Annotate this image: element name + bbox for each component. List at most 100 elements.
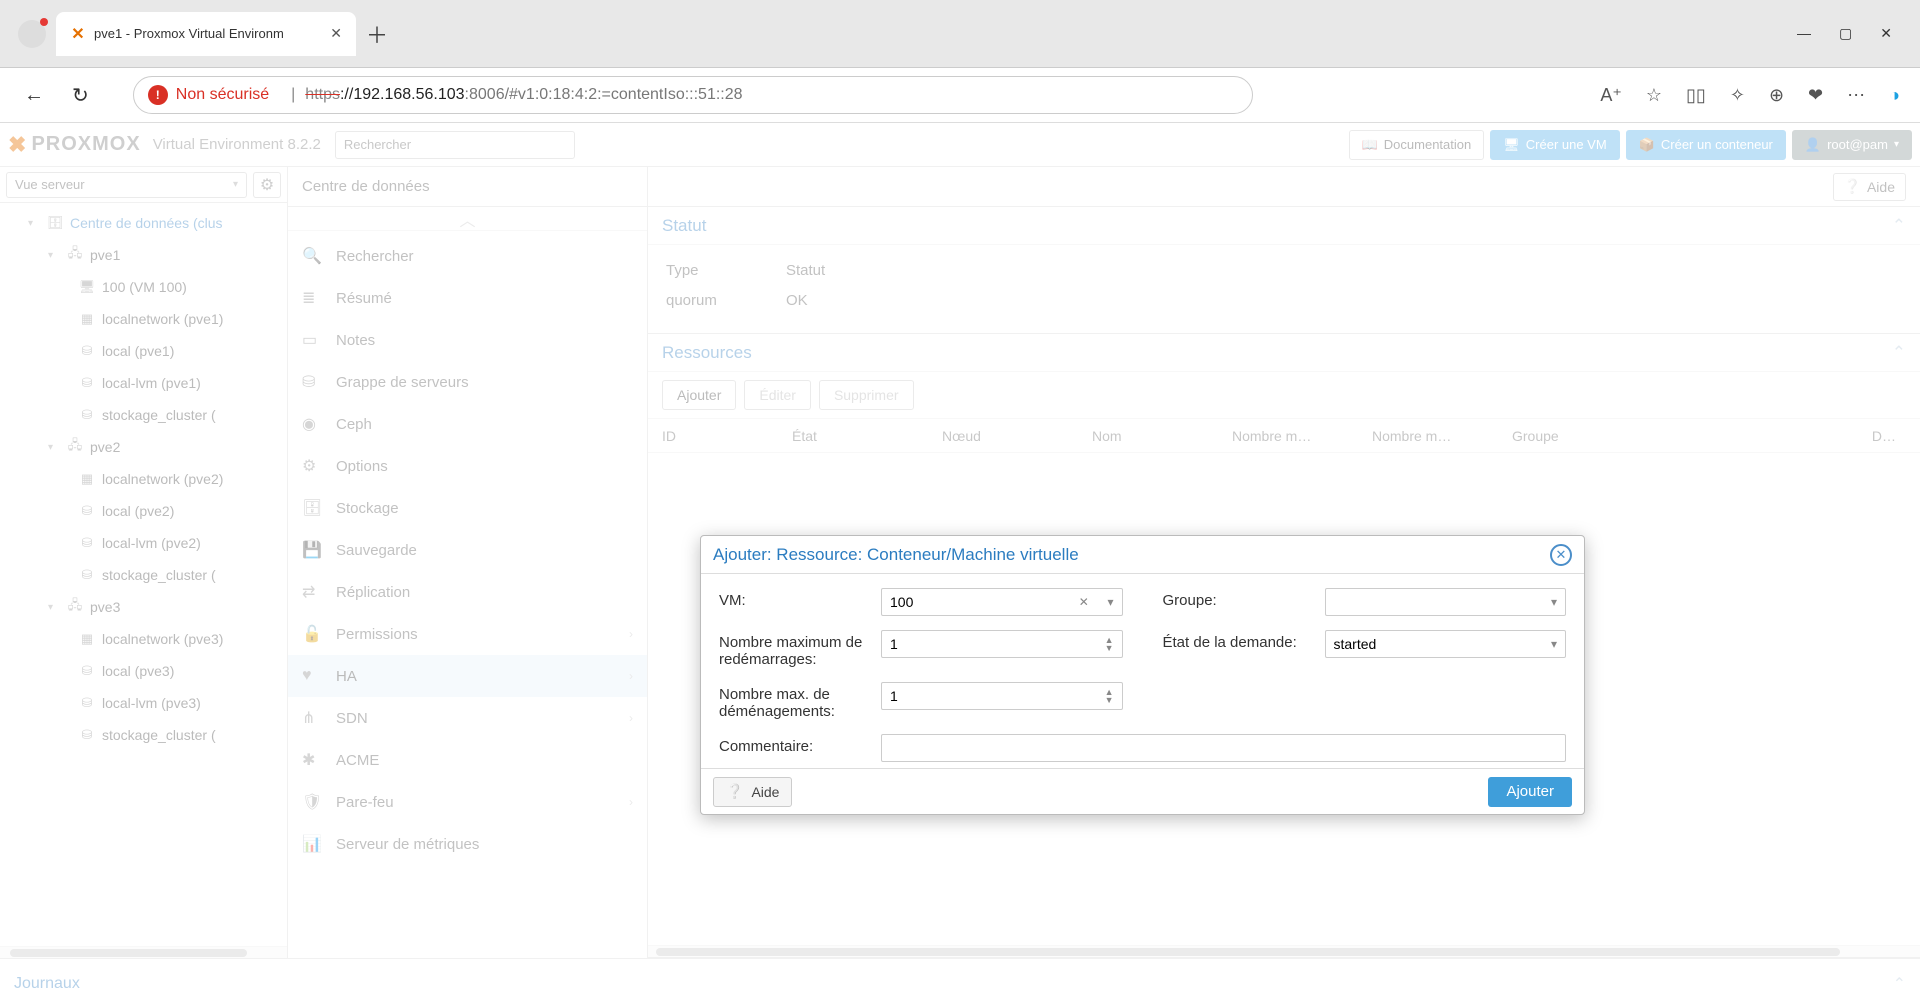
tree-network[interactable]: ▦localnetwork (pve3)	[0, 623, 287, 655]
menu-label: Stockage	[336, 500, 399, 517]
shield-icon[interactable]: ❤	[1808, 85, 1823, 106]
submenu-item-stockage[interactable]: 🗄Stockage	[288, 487, 647, 529]
modal-close-button[interactable]: ✕	[1550, 544, 1572, 566]
tree-storage[interactable]: ⛁stockage_cluster (	[0, 399, 287, 431]
submenu-collapse[interactable]: ︿	[288, 207, 647, 231]
max-relocate-input[interactable]	[890, 688, 1105, 704]
minimize-icon[interactable]: —	[1797, 25, 1811, 42]
back-button[interactable]: ←	[24, 84, 44, 107]
tree-storage[interactable]: ⛁local-lvm (pve3)	[0, 687, 287, 719]
col-name[interactable]: Nom	[1092, 428, 1232, 444]
max-relocate-field[interactable]: ▲▼	[881, 682, 1123, 710]
chevron-down-icon[interactable]: ▾	[1551, 595, 1557, 609]
content-hscrollbar[interactable]	[648, 945, 1920, 957]
clear-icon[interactable]: ✕	[1079, 595, 1089, 609]
submenu-item-permissions[interactable]: 🔓Permissions›	[288, 613, 647, 655]
tree-vm[interactable]: 🖥100 (VM 100)	[0, 271, 287, 303]
submenu-item-grappe-de-serveurs[interactable]: ⛁Grappe de serveurs	[288, 361, 647, 403]
submenu-item-ceph[interactable]: ◉Ceph	[288, 403, 647, 445]
submenu-item-pare-feu[interactable]: 🛡Pare-feu›	[288, 781, 647, 823]
refresh-button[interactable]: ↻	[72, 83, 89, 108]
state-input[interactable]	[1334, 636, 1551, 652]
browser-tab[interactable]: ✕ pve1 - Proxmox Virtual Environm ✕	[56, 12, 356, 56]
tree-storage[interactable]: ⛁local (pve1)	[0, 335, 287, 367]
submenu-item-sauvegarde[interactable]: 💾Sauvegarde	[288, 529, 647, 571]
submenu-item-rechercher[interactable]: 🔍Rechercher	[288, 235, 647, 277]
chevron-down-icon[interactable]: ▾	[1107, 595, 1113, 609]
submenu-item-acme[interactable]: ✱ACME	[288, 739, 647, 781]
submenu-item-sdn[interactable]: ⋔SDN›	[288, 697, 647, 739]
profile-avatar[interactable]	[18, 20, 46, 48]
collapse-icon[interactable]: ⌃	[1892, 343, 1906, 363]
tree-node[interactable]: ▾🖧pve1	[0, 239, 287, 271]
group-input[interactable]	[1334, 594, 1551, 610]
vm-input[interactable]	[890, 594, 1079, 610]
help-button[interactable]: ❔Aide	[1833, 173, 1906, 201]
create-ct-button[interactable]: 📦Créer un conteneur	[1626, 130, 1786, 160]
group-field[interactable]: ▾	[1325, 588, 1567, 616]
tree-storage[interactable]: ⛁stockage_cluster (	[0, 559, 287, 591]
submenu-item-options[interactable]: ⚙Options	[288, 445, 647, 487]
collapse-icon[interactable]: ⌃	[1892, 216, 1906, 236]
modal-submit-button[interactable]: Ajouter	[1488, 777, 1572, 807]
edit-resource-button[interactable]: Éditer	[744, 380, 811, 410]
col-state[interactable]: État	[792, 428, 942, 444]
expand-icon[interactable]: ⌃	[1893, 974, 1906, 994]
submenu-item-r-plication[interactable]: ⇄Réplication	[288, 571, 647, 613]
documentation-button[interactable]: 📖Documentation	[1349, 130, 1485, 160]
max-restart-input[interactable]	[890, 636, 1105, 652]
modal-help-button[interactable]: ❔Aide	[713, 777, 792, 807]
close-icon[interactable]: ✕	[330, 25, 342, 42]
submenu-item-ha[interactable]: ♥HA›	[288, 655, 647, 697]
spinner-down-icon[interactable]: ▼	[1105, 644, 1114, 652]
tree-node[interactable]: ▾🖧pve3	[0, 591, 287, 623]
add-resource-button[interactable]: Ajouter	[662, 380, 736, 410]
new-tab-button[interactable]: ＋	[366, 18, 388, 50]
submenu-item-serveur-de-m-triques[interactable]: 📊Serveur de métriques	[288, 823, 647, 865]
col-id[interactable]: ID	[662, 428, 792, 444]
user-icon: 👤	[1805, 137, 1821, 153]
maximize-icon[interactable]: ▢	[1839, 25, 1852, 42]
state-field[interactable]: ▾	[1325, 630, 1567, 658]
close-window-icon[interactable]: ✕	[1880, 25, 1892, 42]
col-max-relocate[interactable]: Nombre m…	[1372, 428, 1512, 444]
tree-node[interactable]: ▾🖧pve2	[0, 431, 287, 463]
vm-field[interactable]: ✕ ▾	[881, 588, 1123, 616]
sidebar-hscrollbar[interactable]	[0, 946, 287, 958]
tree-storage[interactable]: ⛁local (pve2)	[0, 495, 287, 527]
tree-storage[interactable]: ⛁local-lvm (pve2)	[0, 527, 287, 559]
collections-icon[interactable]: ✧	[1730, 85, 1745, 106]
view-selector[interactable]: Vue serveur ▾	[6, 172, 247, 198]
global-search-input[interactable]	[335, 131, 575, 159]
read-aloud-icon[interactable]: A⁺	[1600, 85, 1622, 106]
chevron-down-icon[interactable]: ▾	[1551, 637, 1557, 651]
submenu-item-r-sum-[interactable]: ≣Résumé	[288, 277, 647, 319]
tree-storage[interactable]: ⛁local-lvm (pve1)	[0, 367, 287, 399]
col-max-restart[interactable]: Nombre m…	[1232, 428, 1372, 444]
tree-storage[interactable]: ⛁local (pve3)	[0, 655, 287, 687]
tree-network[interactable]: ▦localnetwork (pve2)	[0, 463, 287, 495]
tree-datacenter[interactable]: ▾🗄Centre de données (clus	[0, 207, 287, 239]
comment-input[interactable]	[890, 740, 1557, 756]
split-screen-icon[interactable]: ▯▯	[1686, 85, 1706, 106]
log-panel-footer[interactable]: Journaux ⌃	[0, 958, 1920, 1008]
resource-tree[interactable]: ▾🗄Centre de données (clus ▾🖧pve1 🖥100 (V…	[0, 203, 287, 946]
create-vm-button[interactable]: 🖥Créer une VM	[1490, 130, 1619, 160]
max-restart-field[interactable]: ▲▼	[881, 630, 1123, 658]
copilot-icon[interactable]: ◑	[1889, 85, 1900, 106]
sidebar-settings-button[interactable]: ⚙	[253, 172, 281, 198]
submenu-item-notes[interactable]: ▭Notes	[288, 319, 647, 361]
col-desc[interactable]: D…	[1712, 428, 1906, 444]
user-menu-button[interactable]: 👤root@pam▾	[1792, 130, 1912, 160]
remove-resource-button[interactable]: Supprimer	[819, 380, 914, 410]
favorite-icon[interactable]: ☆	[1646, 85, 1662, 106]
address-bar[interactable]: ! Non sécurisé | https ://192.168.56.103…	[133, 76, 1253, 114]
more-icon[interactable]: ⋯	[1847, 85, 1865, 106]
tree-network[interactable]: ▦localnetwork (pve1)	[0, 303, 287, 335]
col-node[interactable]: Nœud	[942, 428, 1092, 444]
comment-field[interactable]	[881, 734, 1566, 762]
tree-storage[interactable]: ⛁stockage_cluster (	[0, 719, 287, 751]
spinner-down-icon[interactable]: ▼	[1105, 696, 1114, 704]
col-group[interactable]: Groupe	[1512, 428, 1712, 444]
extensions-icon[interactable]: ⊕	[1769, 85, 1784, 106]
